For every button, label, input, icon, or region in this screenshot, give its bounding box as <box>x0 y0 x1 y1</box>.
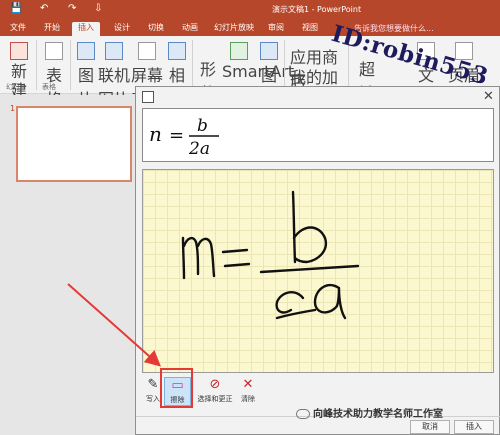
wechat-caption: 向峰技术助力教学名师工作室 <box>296 405 443 420</box>
wechat-icon <box>296 409 310 419</box>
wechat-caption-text: 向峰技术助力教学名师工作室 <box>313 409 443 420</box>
